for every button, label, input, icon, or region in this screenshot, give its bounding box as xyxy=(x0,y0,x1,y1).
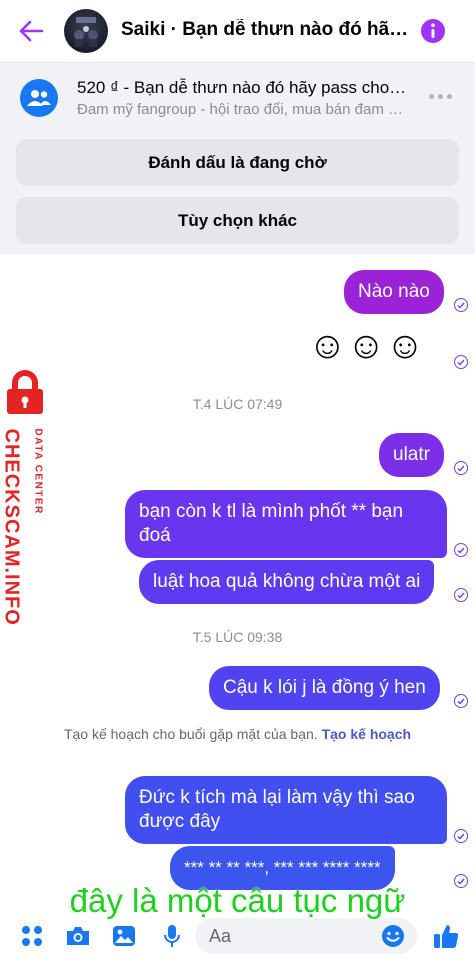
message-timestamp: T.4 LÚC 07:49 xyxy=(192,396,283,412)
listing-group-name: Đam mỹ fangroup - hội trao đổi, mua bán … xyxy=(77,101,407,118)
contact-avatar[interactable] xyxy=(64,9,108,53)
camera-button[interactable] xyxy=(64,922,92,950)
emoji-button[interactable] xyxy=(379,922,407,950)
info-icon xyxy=(421,19,445,43)
thumbs-up-icon xyxy=(434,925,459,948)
plan-notice-text: Tạo kế hoạch cho buổi gặp mặt của bạn. xyxy=(63,726,318,742)
message-bubble[interactable]: luật hoa quả không chừa một ai xyxy=(139,560,435,604)
emoji-icon xyxy=(382,925,404,947)
listing-title[interactable]: 520 ₫ - Bạn dễ thưn nào đó hãy pass cho … xyxy=(77,78,407,98)
camera-icon xyxy=(67,927,89,945)
group-icon xyxy=(20,79,58,117)
image-button[interactable] xyxy=(110,922,138,950)
avatar-image xyxy=(74,17,98,47)
watermark-brand: CHECKSCAM.INFO xyxy=(0,428,23,626)
seen-check-icon xyxy=(454,298,468,312)
info-button[interactable] xyxy=(420,18,446,44)
message-bubble[interactable]: Nào nào xyxy=(344,270,444,314)
image-icon xyxy=(113,926,135,946)
seen-check-icon xyxy=(454,543,468,557)
conversation-title[interactable]: Saiki · Bạn dễ thưn nào đó hãy pass cho … xyxy=(121,19,411,41)
microphone-icon xyxy=(164,925,180,947)
menu-dots-icon xyxy=(22,926,42,946)
seen-check-icon xyxy=(454,588,468,602)
conversation-header: Saiki · Bạn dễ thưn nào đó hãy pass cho … xyxy=(0,0,475,62)
message-timestamp: T.5 LÚC 09:38 xyxy=(192,629,283,645)
more-options-button[interactable]: Tùy chọn khác xyxy=(16,197,459,244)
seen-check-icon xyxy=(454,829,468,843)
microphone-button[interactable] xyxy=(158,922,186,950)
arrow-left-icon xyxy=(19,20,43,42)
seen-check-icon xyxy=(454,694,468,708)
create-plan-link[interactable]: Tạo kế hoạch xyxy=(322,726,411,742)
message-bubble[interactable]: Đức k tích mà lại làm vậy thì sao được đ… xyxy=(125,776,447,844)
back-button[interactable] xyxy=(14,14,48,48)
marketplace-listing-panel: 520 ₫ - Bạn dễ thưn nào đó hãy pass cho … xyxy=(0,62,475,254)
mark-pending-button[interactable]: Đánh dấu là đang chờ xyxy=(16,139,459,186)
message-bubble[interactable]: bạn còn k tl là mình phốt ** bạn đoá xyxy=(125,490,447,558)
watermark-subtitle: DATA CENTER xyxy=(32,428,44,515)
message-bubble[interactable]: Cậu k lói j là đồng ý hen xyxy=(209,666,440,710)
emoji-message[interactable]: ☺☺☺ xyxy=(308,324,424,368)
caption-overlay: đây là một câu tục ngữ xyxy=(69,882,406,919)
plan-meeting-notice: Tạo kế hoạch cho buổi gặp mặt của bạn. T… xyxy=(60,725,415,744)
menu-dots-button[interactable] xyxy=(18,922,46,950)
seen-check-icon xyxy=(454,355,468,369)
more-options-icon[interactable] xyxy=(426,89,454,103)
seen-check-icon xyxy=(454,461,468,475)
thumbs-up-button[interactable] xyxy=(432,922,460,950)
message-bubble[interactable]: ulatr xyxy=(379,433,444,477)
